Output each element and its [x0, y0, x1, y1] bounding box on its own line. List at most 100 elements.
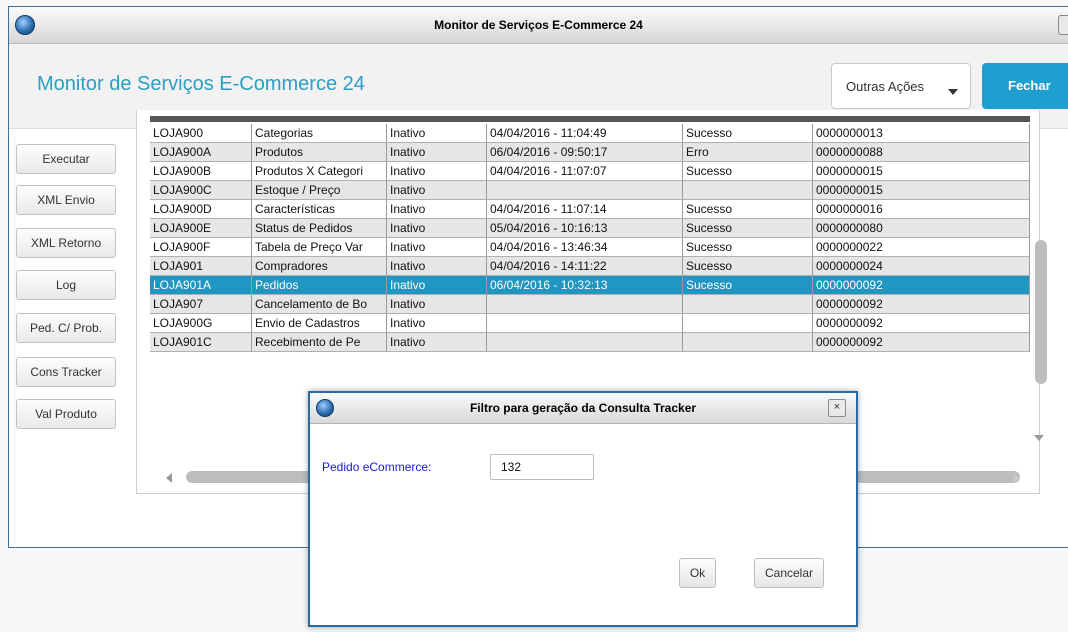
horizontal-scroll-track-fill — [850, 471, 1020, 483]
table-cell: Características — [252, 200, 387, 219]
cancel-button[interactable]: Cancelar — [754, 558, 824, 588]
table-cell: Estoque / Preço — [252, 181, 387, 200]
table-cell: 0000000092 — [813, 314, 1030, 333]
table-row-selected[interactable]: LOJA901A Pedidos Inativo 06/04/2016 - 10:32… — [150, 276, 1030, 295]
execute-button[interactable]: Executar — [16, 144, 116, 174]
consult-tracker-button[interactable]: Cons Tracker — [16, 357, 116, 387]
window-control-button[interactable] — [1058, 15, 1068, 35]
table-cell — [683, 333, 813, 352]
table-cell: 0000000022 — [813, 238, 1030, 257]
table-cell: 0000000092 — [813, 276, 1030, 295]
table-cell: LOJA901 — [150, 257, 252, 276]
window-titlebar: Monitor de Serviços E-Commerce 24 — [9, 7, 1068, 44]
table-cell: 04/04/2016 - 14:11:22 — [487, 257, 683, 276]
dialog-titlebar: Filtro para geração da Consulta Tracker … — [310, 393, 856, 424]
table-cell: Pedidos — [252, 276, 387, 295]
table-row[interactable]: LOJA900B Produtos X Categori Inativo 04/04/… — [150, 162, 1030, 181]
ok-button[interactable]: Ok — [679, 558, 716, 588]
table-cell: Cancelamento de Bo — [252, 295, 387, 314]
dialog-close-icon[interactable]: × — [828, 399, 846, 417]
table-cell: Erro — [683, 143, 813, 162]
table-cell: Sucesso — [683, 200, 813, 219]
table-cell: Sucesso — [683, 219, 813, 238]
dialog-title: Filtro para geração da Consulta Tracker — [469, 401, 697, 415]
table-cell: Inativo — [387, 333, 487, 352]
table-cell: Inativo — [387, 181, 487, 200]
table-row[interactable]: LOJA901 Compradores Inativo 04/04/2016 - 14… — [150, 257, 1030, 276]
table-cell — [487, 333, 683, 352]
xml-send-button[interactable]: XML Envio — [16, 185, 116, 215]
table-row[interactable]: LOJA900A Produtos Inativo 06/04/2016 - 09:5… — [150, 143, 1030, 162]
table-cell: 04/04/2016 - 11:04:49 — [487, 124, 683, 143]
table-cell: Sucesso — [683, 257, 813, 276]
table-cell — [487, 295, 683, 314]
horizontal-scroll-thumb[interactable] — [186, 471, 322, 483]
xml-return-button[interactable]: XML Retorno — [16, 228, 116, 258]
table-cell: 04/04/2016 - 11:07:07 — [487, 162, 683, 181]
tracker-filter-dialog: Filtro para geração da Consulta Tracker … — [308, 391, 858, 627]
table-cell: Recebimento de Pe — [252, 333, 387, 352]
close-button[interactable]: Fechar — [982, 63, 1068, 109]
vertical-scroll-thumb[interactable] — [1035, 240, 1047, 384]
table-cell — [683, 181, 813, 200]
order-ecommerce-label: Pedido eCommerce: — [322, 460, 432, 474]
table-cell: LOJA900B — [150, 162, 252, 181]
table-cell: Sucesso — [683, 124, 813, 143]
table-row[interactable]: LOJA900 Categorias Inativo 04/04/2016 - 11:… — [150, 124, 1030, 143]
table-row[interactable]: LOJA900D Características Inativo 04/04/2016… — [150, 200, 1030, 219]
order-ecommerce-input[interactable] — [490, 454, 594, 480]
table-row[interactable]: LOJA900E Status de Pedidos Inativo 05/04/20… — [150, 219, 1030, 238]
table-cell: Inativo — [387, 143, 487, 162]
table-cell: LOJA907 — [150, 295, 252, 314]
table-row[interactable]: LOJA907 Cancelamento de Bo Inativo 00000000… — [150, 295, 1030, 314]
table-cell: 0000000092 — [813, 295, 1030, 314]
table-cell: Sucesso — [683, 238, 813, 257]
chevron-down-icon — [948, 89, 958, 95]
table-cell: LOJA900A — [150, 143, 252, 162]
table-row[interactable]: LOJA901C Recebimento de Pe Inativo 00000000… — [150, 333, 1030, 352]
table-cell: LOJA900D — [150, 200, 252, 219]
scroll-right-arrow-icon[interactable] — [1014, 473, 1020, 483]
table-cell: Envio de Cadastros — [252, 314, 387, 333]
table-row[interactable]: LOJA900F Tabela de Preço Var Inativo 04/04/… — [150, 238, 1030, 257]
table-cell: 0000000015 — [813, 162, 1030, 181]
table-cell: 0000000013 — [813, 124, 1030, 143]
table-cell: Inativo — [387, 257, 487, 276]
table-cell: 05/04/2016 - 10:16:13 — [487, 219, 683, 238]
table-cell: Inativo — [387, 276, 487, 295]
table-cell: 04/04/2016 - 13:46:34 — [487, 238, 683, 257]
table-cell: Sucesso — [683, 276, 813, 295]
table-cell: Inativo — [387, 238, 487, 257]
page-title: Monitor de Serviços E-Commerce 24 — [37, 73, 365, 95]
services-grid[interactable]: LOJA900 Categorias Inativo 04/04/2016 - 11:… — [150, 116, 1030, 410]
validate-product-button[interactable]: Val Produto — [16, 399, 116, 429]
table-cell: LOJA900C — [150, 181, 252, 200]
table-cell: Compradores — [252, 257, 387, 276]
table-cell: LOJA900 — [150, 124, 252, 143]
table-cell: LOJA900F — [150, 238, 252, 257]
table-row[interactable]: LOJA900G Envio de Cadastros Inativo 0000000… — [150, 314, 1030, 333]
table-cell: 0000000016 — [813, 200, 1030, 219]
scroll-down-arrow-icon[interactable] — [1034, 435, 1044, 441]
table-cell: Sucesso — [683, 162, 813, 181]
table-cell: 0000000080 — [813, 219, 1030, 238]
log-button[interactable]: Log — [16, 270, 116, 300]
table-cell: Produtos X Categori — [252, 162, 387, 181]
table-cell: LOJA901A — [150, 276, 252, 295]
scroll-left-arrow-icon[interactable] — [166, 473, 172, 483]
window-title: Monitor de Serviços E-Commerce 24 — [434, 18, 643, 32]
table-cell — [487, 181, 683, 200]
table-cell: Inativo — [387, 124, 487, 143]
table-cell: LOJA900E — [150, 219, 252, 238]
table-cell: LOJA900G — [150, 314, 252, 333]
table-cell: 0000000088 — [813, 143, 1030, 162]
table-cell: Inativo — [387, 200, 487, 219]
table-cell: Produtos — [252, 143, 387, 162]
table-cell: 0000000015 — [813, 181, 1030, 200]
table-row[interactable]: LOJA900C Estoque / Preço Inativo 0000000015 — [150, 181, 1030, 200]
table-cell: Categorias — [252, 124, 387, 143]
more-actions-button[interactable]: Outras Ações — [831, 63, 971, 109]
table-cell: Inativo — [387, 162, 487, 181]
table-cell: 04/04/2016 - 11:07:14 — [487, 200, 683, 219]
orders-with-problem-button[interactable]: Ped. C/ Prob. — [16, 313, 116, 343]
